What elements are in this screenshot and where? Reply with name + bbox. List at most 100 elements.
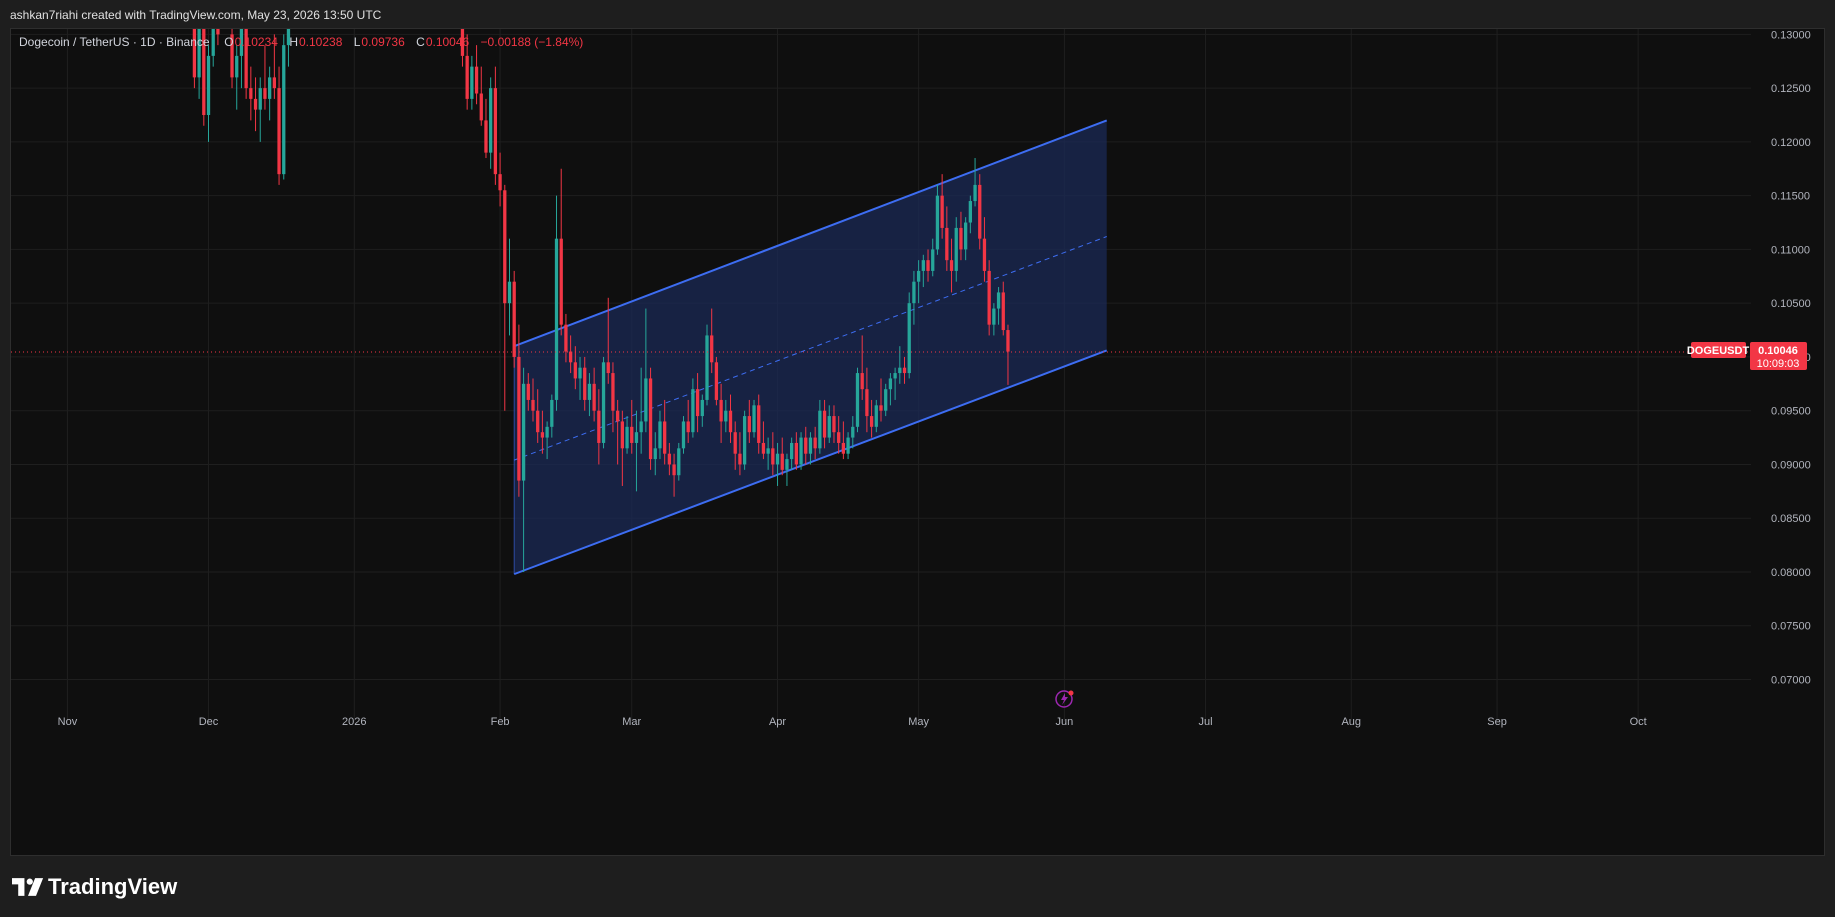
candle-body bbox=[1006, 330, 1010, 352]
candle-body bbox=[879, 405, 883, 411]
candle bbox=[493, 66, 498, 185]
channel-fill bbox=[514, 120, 1107, 575]
candle-body bbox=[926, 260, 930, 271]
candle-body bbox=[771, 448, 775, 465]
candle bbox=[554, 195, 559, 411]
candle-body bbox=[493, 88, 498, 175]
candle-body bbox=[742, 416, 747, 465]
x-tick-label: Feb bbox=[491, 716, 510, 728]
candle-body bbox=[498, 174, 502, 191]
candle-body bbox=[263, 88, 267, 99]
candle-body bbox=[710, 335, 714, 363]
low-label: L bbox=[353, 35, 361, 49]
tradingview-logo[interactable]: TradingView bbox=[12, 874, 177, 900]
y-tick-label: 0.07500 bbox=[1771, 621, 1811, 633]
candle-body bbox=[860, 373, 864, 390]
attribution-text: ashkan7riahi created with TradingView.co… bbox=[10, 8, 382, 22]
candle bbox=[503, 184, 507, 411]
candle-body bbox=[874, 405, 878, 427]
candle-body bbox=[620, 421, 624, 449]
x-tick-label: Jun bbox=[1056, 716, 1074, 728]
candle bbox=[677, 442, 681, 481]
candle-body bbox=[531, 399, 535, 411]
candle-countdown: 10:09:03 bbox=[1757, 358, 1800, 370]
candle-body bbox=[978, 184, 982, 239]
y-tick-label: 0.10500 bbox=[1771, 298, 1811, 310]
candle-body bbox=[733, 432, 737, 454]
candle bbox=[258, 77, 262, 142]
candle bbox=[268, 66, 272, 121]
candle-body bbox=[907, 303, 911, 374]
x-tick-label: May bbox=[908, 716, 929, 728]
y-tick-label: 0.07000 bbox=[1771, 674, 1811, 686]
candle-body bbox=[634, 432, 639, 443]
candle bbox=[855, 367, 860, 433]
candle-body bbox=[559, 238, 563, 325]
candle bbox=[907, 292, 911, 379]
candle-body bbox=[578, 367, 582, 379]
candle-body bbox=[663, 421, 667, 454]
parallel-channel[interactable] bbox=[513, 119, 1108, 576]
candle-body bbox=[818, 410, 822, 449]
symbol-legend[interactable]: Dogecoin / TetherUS · 1D · Binance O0.10… bbox=[19, 35, 591, 49]
candle-body bbox=[484, 120, 488, 153]
candle-body bbox=[258, 88, 262, 110]
candle bbox=[470, 55, 474, 110]
candle-body bbox=[728, 410, 733, 433]
candle-body bbox=[973, 184, 977, 202]
candle bbox=[559, 168, 563, 336]
candle-body bbox=[272, 77, 276, 89]
candle-body bbox=[282, 45, 286, 175]
candle-body bbox=[540, 432, 545, 438]
candle bbox=[799, 432, 803, 470]
candle-body bbox=[700, 399, 704, 417]
y-tick-label: 0.12500 bbox=[1771, 83, 1811, 95]
candle-body bbox=[253, 98, 258, 110]
candle-body bbox=[517, 356, 521, 481]
candle-body bbox=[672, 464, 676, 476]
candle-body bbox=[521, 383, 526, 481]
candle-body bbox=[545, 426, 549, 438]
candle bbox=[648, 367, 653, 470]
candle-body bbox=[564, 324, 568, 352]
candle-body bbox=[940, 195, 944, 228]
candle-body bbox=[554, 238, 559, 400]
candle-body bbox=[855, 373, 860, 427]
candle-body bbox=[752, 405, 756, 433]
y-tick-label: 0.12000 bbox=[1771, 137, 1811, 149]
candle-body bbox=[761, 442, 766, 454]
candle-body bbox=[837, 432, 841, 443]
candle-body bbox=[465, 55, 469, 99]
chart-pane[interactable]: 0.13000 0.12500 0.12000 0.11500 0.11000 0.105… bbox=[10, 28, 1825, 856]
x-tick-label: 2026 bbox=[342, 716, 366, 728]
candle-body bbox=[775, 453, 780, 465]
candle-body bbox=[611, 373, 615, 411]
symbol-description[interactable]: Dogecoin / TetherUS · 1D · Binance bbox=[19, 35, 210, 49]
candle bbox=[987, 260, 991, 336]
candle-body bbox=[945, 227, 949, 261]
candle-body bbox=[686, 421, 690, 433]
x-tick-label: Nov bbox=[58, 716, 78, 728]
candle bbox=[978, 174, 982, 250]
candle-body bbox=[766, 448, 770, 454]
candlestick-chart[interactable]: 0.13000 0.12500 0.12000 0.11500 0.11000 0.105… bbox=[11, 29, 1824, 855]
candle-body bbox=[606, 362, 610, 374]
candle-body bbox=[644, 378, 648, 422]
candle bbox=[705, 324, 709, 406]
candle-body bbox=[1001, 292, 1005, 331]
candle-body bbox=[822, 410, 827, 438]
candle-body bbox=[996, 292, 1001, 309]
candle-body bbox=[568, 351, 573, 363]
x-tick-label: Sep bbox=[1487, 716, 1507, 728]
candle-body bbox=[804, 437, 808, 454]
candle-body bbox=[601, 362, 606, 443]
candle-body bbox=[884, 389, 888, 411]
candle-body bbox=[489, 88, 493, 153]
candle bbox=[253, 77, 258, 132]
candle-body bbox=[695, 389, 700, 417]
candle bbox=[282, 34, 286, 180]
time-axis[interactable]: Nov Dec 2026 Feb Mar Apr May Jun Jul Aug Sep Oct bbox=[58, 716, 1647, 728]
candle-body bbox=[865, 389, 869, 417]
attribution-bar: ashkan7riahi created with TradingView.co… bbox=[0, 0, 1835, 28]
candle bbox=[484, 98, 488, 159]
